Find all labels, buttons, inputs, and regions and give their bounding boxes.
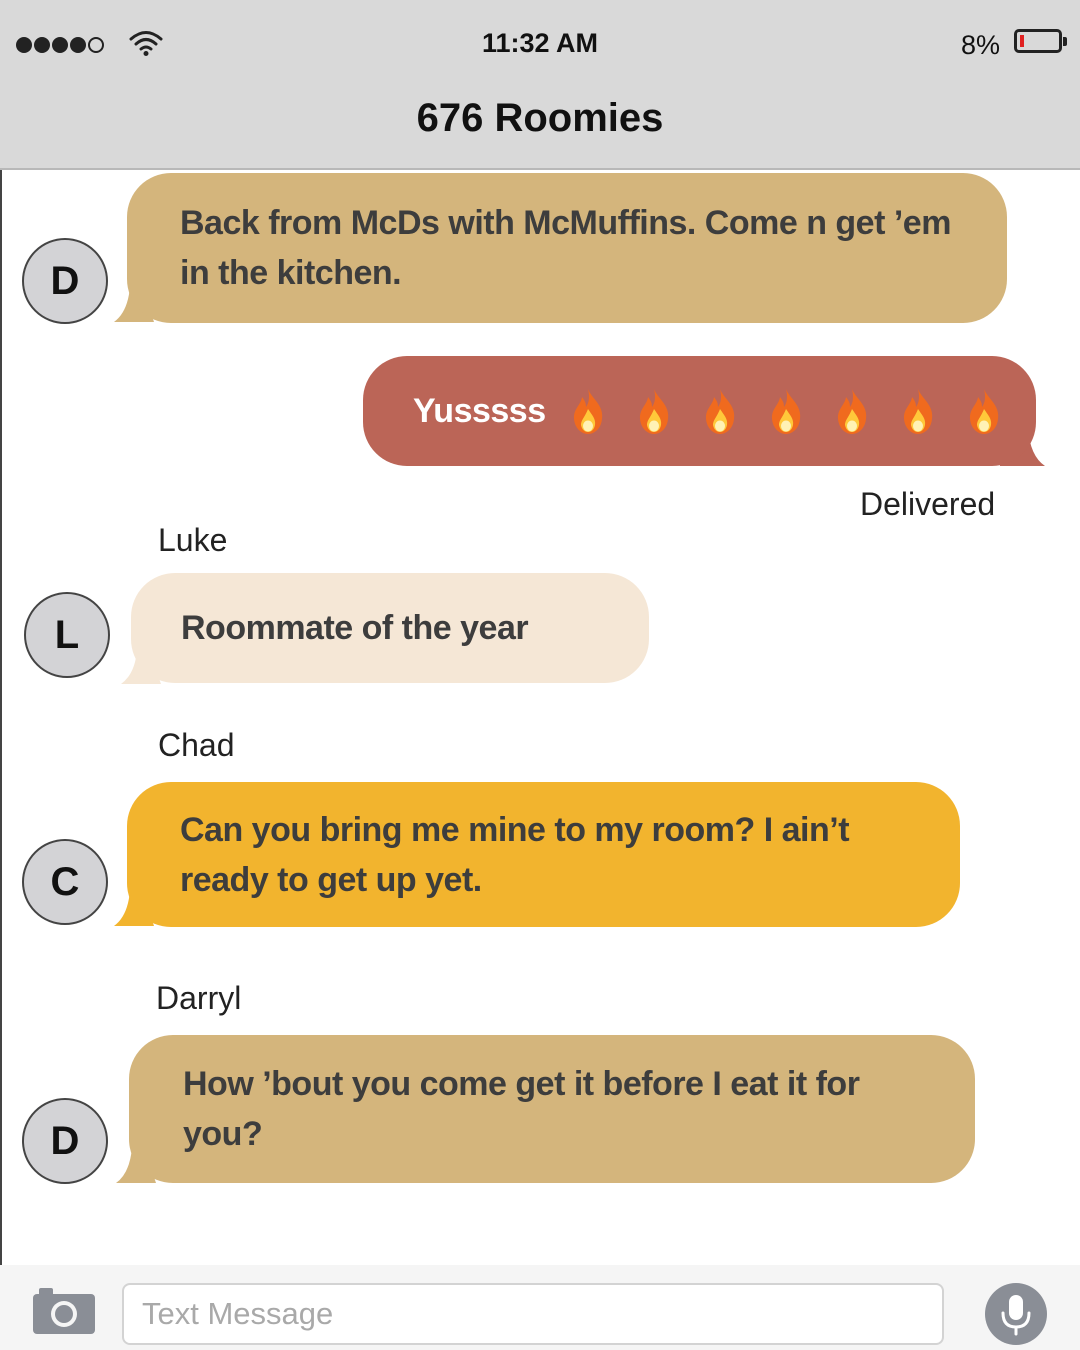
avatar[interactable]: C (22, 839, 108, 925)
avatar[interactable]: D (22, 238, 108, 324)
message-bubble[interactable]: Can you bring me mine to my room? I ain’… (127, 782, 960, 927)
fire-emoji-row (570, 387, 1002, 435)
message-text: Back from McDs with McMuffins. Come n ge… (180, 204, 951, 292)
avatar[interactable]: L (24, 592, 110, 678)
screen-edge (0, 170, 2, 1265)
message-text: Yusssss (413, 392, 546, 430)
fire-icon (573, 389, 602, 434)
battery-icon (1014, 29, 1067, 53)
fire-icon (705, 389, 734, 434)
sender-name: Darryl (156, 980, 242, 1016)
fire-icon (771, 389, 800, 434)
status-time: 11:32 AM (481, 28, 599, 58)
message-bubble[interactable]: How ’bout you come get it before I eat i… (129, 1035, 975, 1183)
delivery-status: Delivered (860, 486, 996, 522)
message-text: How ’bout you come get it before I eat i… (183, 1065, 860, 1153)
sender-name: Chad (158, 727, 235, 763)
fire-icon (837, 389, 866, 434)
message-text: Roommate of the year (181, 609, 529, 647)
message-bubble[interactable]: Back from McDs with McMuffins. Come n ge… (127, 173, 1007, 323)
message-text: Can you bring me mine to my room? I ain’… (180, 810, 850, 899)
message-bubble-outgoing[interactable]: Yusssss (363, 356, 1036, 466)
fire-icon (903, 389, 932, 434)
message-bubble[interactable]: Roommate of the year (131, 573, 649, 683)
avatar[interactable]: D (22, 1098, 108, 1184)
fire-icon (639, 389, 668, 434)
microphone-icon (1001, 1295, 1031, 1336)
fire-icon (969, 389, 998, 434)
microphone-button[interactable] (985, 1283, 1047, 1345)
conversation-title[interactable]: 676 Roomies (0, 96, 1080, 141)
message-input[interactable]: Text Message (122, 1283, 944, 1345)
nav-header: 11:32 AM 8% 676 Roomies (0, 0, 1080, 170)
camera-icon[interactable] (33, 1288, 95, 1334)
battery-percentage: 8% (960, 30, 1000, 60)
sender-name: Luke (158, 522, 228, 558)
